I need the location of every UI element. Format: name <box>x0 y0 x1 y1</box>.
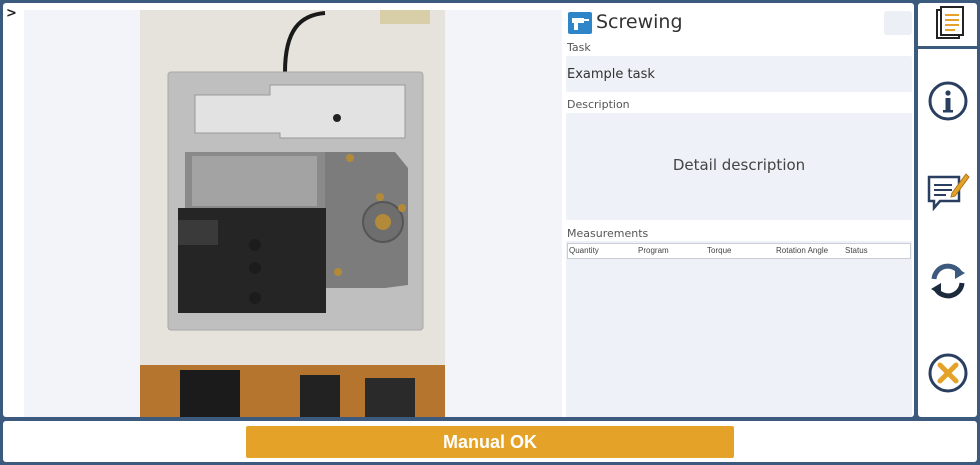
detail-panel: Screwing Task Example task Description D… <box>566 10 912 417</box>
footer-bar: Manual OK <box>3 421 977 462</box>
main-panel: > Screwing Task Example task Description… <box>3 3 914 417</box>
cancel-icon[interactable] <box>926 351 970 395</box>
drill-icon <box>568 12 592 34</box>
column-header[interactable]: Torque <box>707 246 731 255</box>
task-value: Example task <box>567 67 655 82</box>
info-icon[interactable] <box>926 79 970 123</box>
workpiece-photo <box>140 10 445 417</box>
description-field: Detail description <box>566 113 912 220</box>
task-field: Example task <box>566 56 912 92</box>
document-icon[interactable] <box>926 5 970 49</box>
column-header[interactable]: Status <box>845 246 868 255</box>
task-label: Task <box>567 41 591 54</box>
measurements-label: Measurements <box>567 227 649 240</box>
action-sidebar <box>918 3 977 417</box>
column-header[interactable]: Rotation Angle <box>776 246 828 255</box>
comment-edit-icon[interactable] <box>926 168 970 212</box>
sidebar-top-section <box>918 3 977 49</box>
app-frame: > Screwing Task Example task Description… <box>0 0 980 465</box>
description-value: Detail description <box>672 156 806 174</box>
manual-ok-button[interactable]: Manual OK <box>246 426 734 458</box>
expand-toggle[interactable]: > <box>6 7 20 21</box>
column-header[interactable]: Quantity <box>569 246 599 255</box>
measurements-table-header: Quantity Program Torque Rotation Angle S… <box>567 243 911 259</box>
header-action-button[interactable] <box>884 11 912 35</box>
description-label: Description <box>567 98 630 111</box>
measurements-area: Quantity Program Torque Rotation Angle S… <box>566 241 912 417</box>
detail-header: Screwing <box>566 10 912 38</box>
refresh-icon[interactable] <box>926 259 970 303</box>
detail-title: Screwing <box>596 11 683 33</box>
column-header[interactable]: Program <box>638 246 669 255</box>
